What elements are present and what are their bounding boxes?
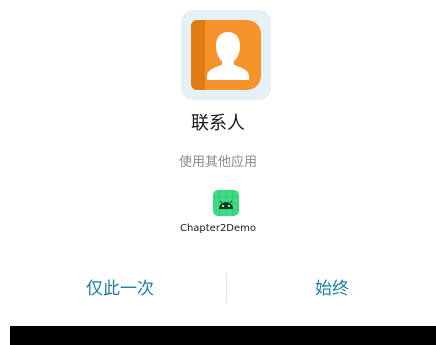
button-divider [226, 274, 227, 302]
app-chooser-dialog: 联系人 使用其他应用 Chapter2Demo 仅此一次 始终 [0, 0, 436, 345]
handler-app-label: Chapter2Demo [179, 223, 257, 234]
contacts-person-icon [191, 20, 261, 90]
use-other-app-label: 使用其他应用 [178, 155, 257, 170]
navigation-bar [10, 326, 436, 345]
android-icon[interactable] [213, 190, 239, 216]
always-button[interactable]: 始终 [242, 272, 422, 306]
just-once-button[interactable]: 仅此一次 [30, 272, 210, 306]
contacts-app-tile[interactable] [181, 10, 271, 100]
app-title: 联系人 [191, 113, 245, 134]
